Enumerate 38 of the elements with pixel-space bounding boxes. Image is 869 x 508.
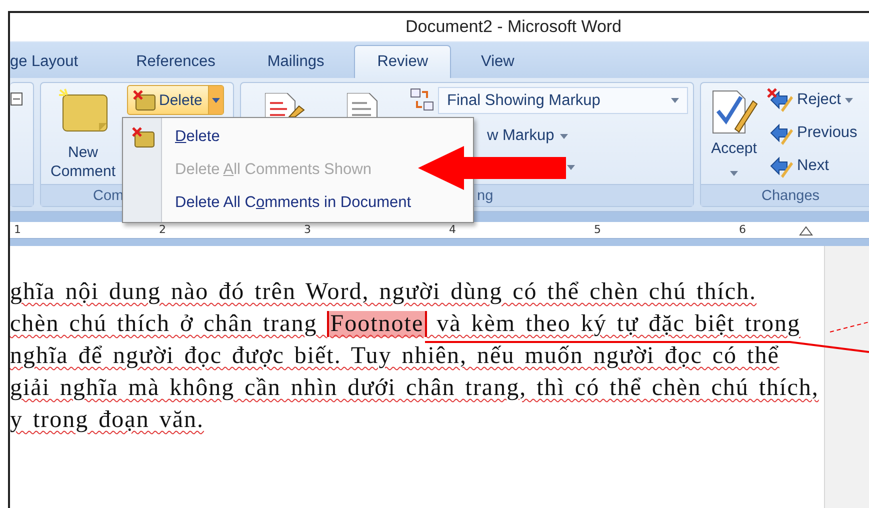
- ribbon-tab[interactable]: Mailings: [245, 45, 346, 78]
- delete-note-icon: [131, 126, 155, 148]
- ribbon-tab[interactable]: Review: [354, 45, 452, 78]
- ruler-number: 2: [159, 223, 166, 236]
- next-button[interactable]: Next: [767, 152, 858, 180]
- previous-button[interactable]: Previous: [767, 119, 858, 147]
- ribbon-tab[interactable]: View: [459, 45, 536, 78]
- caret-icon: [671, 98, 679, 103]
- text-line: chèn chú thích ở chân trang Footnote và kèm theo ký tự đặc biệt trong: [10, 310, 802, 339]
- ruler-number: 5: [594, 223, 601, 236]
- text-line: nghĩa để người đọc được biết. Tuy nhiên, nếu muốn người đọc có thể: [10, 342, 780, 371]
- caret-icon: [730, 171, 738, 176]
- reject-button[interactable]: Reject: [767, 86, 858, 114]
- window-title: Document2 - Microsoft Word: [405, 17, 622, 37]
- caret-icon: [212, 98, 220, 102]
- group-title: Changes: [701, 184, 869, 206]
- text-line: y trong đoạn văn.: [10, 406, 205, 435]
- ribbon-tab[interactable]: ge Layout: [10, 45, 78, 78]
- markup-dropdown[interactable]: Final Showing Markup: [438, 87, 688, 114]
- reject-icon: [767, 88, 793, 112]
- ruler-number: 1: [14, 223, 21, 236]
- ruler-number: 6: [739, 223, 746, 236]
- caret-icon: [844, 98, 853, 102]
- menu-item[interactable]: Delete: [123, 125, 222, 149]
- ruler-number: 3: [304, 223, 311, 236]
- show-markup-button[interactable]: w Markup: [487, 127, 568, 145]
- caret-icon: [567, 165, 575, 170]
- ruler-number: 4: [449, 223, 456, 236]
- caret-icon: [560, 134, 568, 138]
- indent-marker-icon: [799, 226, 813, 236]
- ribbon-tab[interactable]: References: [114, 45, 238, 78]
- text-line: ghĩa nội dung nào đó trên Word, người dùng có thể chèn chú thích.: [10, 278, 758, 307]
- accept-button[interactable]: Accept: [701, 83, 767, 184]
- text-line: giải nghĩa mà không cần nhìn dưới chân trang, thì có thể chèn chú thích,: [10, 374, 820, 403]
- delete-note-icon: [132, 89, 156, 111]
- new-comment-button[interactable]: New Comment: [41, 83, 125, 184]
- compare-icon: [409, 87, 435, 113]
- delete-button[interactable]: Delete: [127, 85, 224, 115]
